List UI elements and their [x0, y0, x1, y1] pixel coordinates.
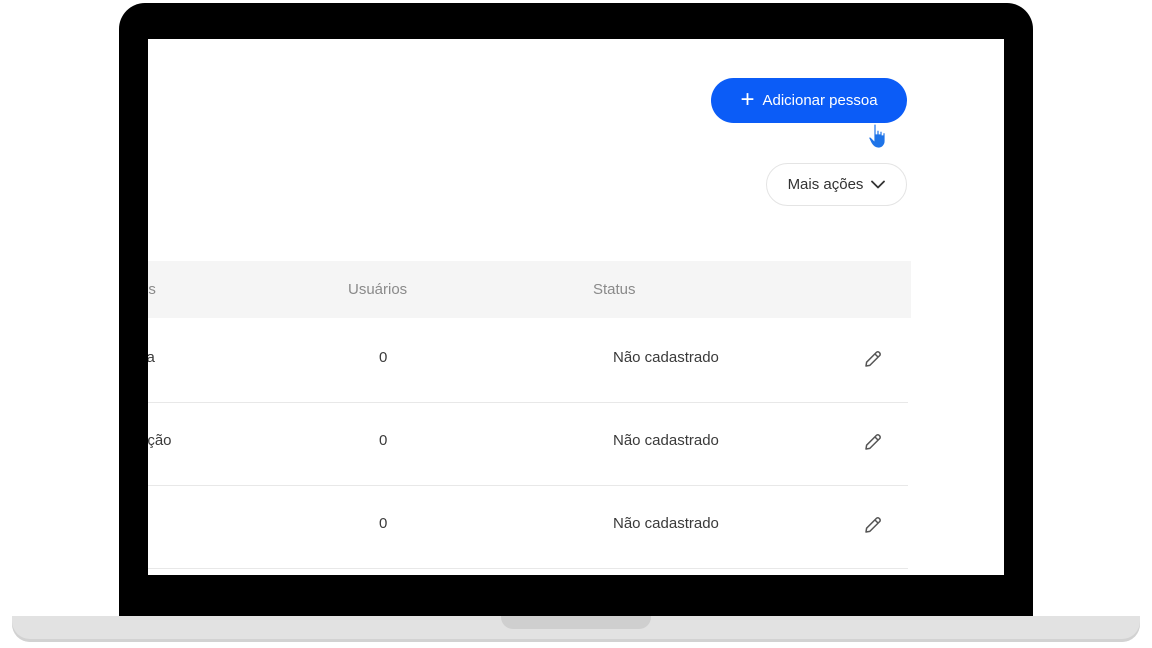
plus-icon: + [740, 85, 755, 113]
row-name: ça [148, 349, 155, 366]
table-header: es Usuários Status [148, 261, 911, 318]
add-person-label: Adicionar pessoa [762, 92, 878, 109]
hand-pointer-icon [868, 123, 886, 149]
pencil-icon[interactable] [863, 349, 883, 369]
row-status: Não cadastrado [613, 515, 719, 532]
row-users-count: 0 [379, 515, 388, 532]
pencil-icon[interactable] [863, 432, 883, 452]
row-status: Não cadastrado [613, 349, 719, 366]
more-actions-button[interactable]: Mais ações [766, 163, 907, 206]
column-header-users: Usuários [348, 281, 408, 298]
table-row: ça 0 Não cadastrado [148, 319, 908, 403]
more-actions-label: Mais ações [787, 176, 864, 193]
laptop-notch [501, 616, 651, 629]
table-row: ação 0 Não cadastrado [148, 402, 908, 486]
app-screen: + Adicionar pessoa Mais ações es Usuário… [148, 39, 1004, 575]
row-users-count: 0 [379, 349, 388, 366]
pencil-icon[interactable] [863, 515, 883, 535]
add-person-button[interactable]: + Adicionar pessoa [711, 78, 907, 123]
row-name: ação [148, 432, 172, 449]
column-header-name: es [148, 281, 156, 298]
row-users-count: 0 [379, 432, 388, 449]
row-status: Não cadastrado [613, 432, 719, 449]
chevron-down-icon [871, 180, 886, 189]
column-header-status: Status [593, 281, 636, 298]
laptop-frame: + Adicionar pessoa Mais ações es Usuário… [0, 0, 1152, 648]
table-row: i 0 Não cadastrado [148, 485, 908, 569]
